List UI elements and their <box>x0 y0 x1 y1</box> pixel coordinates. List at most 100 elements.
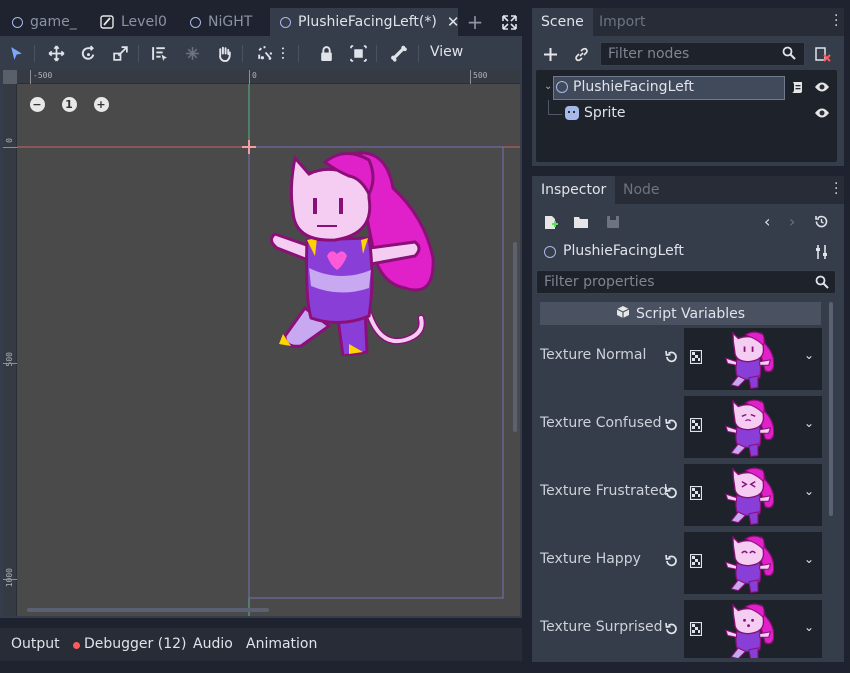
inspector-menu-icon[interactable]: · · · <box>834 177 838 201</box>
rotate-mode-icon[interactable] <box>74 38 102 68</box>
group-icon[interactable] <box>344 38 372 68</box>
scene-menu-icon[interactable]: · · · <box>834 9 838 33</box>
output-tab[interactable]: Output <box>11 636 60 652</box>
node-ring-icon <box>190 16 201 28</box>
tab-game[interactable]: game_ <box>4 8 84 36</box>
ruler-left[interactable]: 0 500 1000 <box>3 70 17 616</box>
plushie-thumbnail <box>724 533 775 597</box>
history-back-icon[interactable]: ‹ <box>764 212 770 231</box>
property-list: Texture Normal ⌄ Texture Confused ⌄ Texture … <box>536 300 836 658</box>
move-mode-icon[interactable] <box>42 38 70 68</box>
texture-property-row: Texture Happy ⌄ <box>540 532 822 594</box>
texture-preview-field[interactable]: ⌄ <box>684 396 822 458</box>
remote-scene-icon[interactable] <box>812 43 834 65</box>
texture-preview-field[interactable]: ⌄ <box>684 464 822 526</box>
plushie-sprite[interactable] <box>265 148 440 356</box>
save-icon[interactable] <box>602 211 624 233</box>
error-dot-icon <box>73 642 80 649</box>
tab-level0[interactable]: Level0 <box>92 8 172 36</box>
filter-nodes-input[interactable]: Filter nodes <box>600 42 805 66</box>
tab-inspector[interactable]: Inspector <box>532 176 616 204</box>
revert-icon[interactable] <box>664 350 678 368</box>
snap-options-icon[interactable]: ··· <box>274 38 292 68</box>
vertical-scrollbar[interactable] <box>513 242 517 432</box>
collapse-arrow-icon[interactable]: ⌄ <box>544 81 552 92</box>
texture-preview-field[interactable]: ⌄ <box>684 328 822 390</box>
open-folder-icon[interactable] <box>570 211 592 233</box>
inspected-object-name[interactable]: PlushieFacingLeft <box>563 243 684 259</box>
view-menu[interactable]: View <box>430 44 463 60</box>
node2d-icon <box>556 81 568 93</box>
tab-label: Level0 <box>121 14 167 30</box>
zoom-reset-button[interactable]: 1 <box>59 94 79 114</box>
search-icon <box>815 275 829 293</box>
sprite-icon <box>565 106 579 120</box>
node-label-plushie: PlushieFacingLeft <box>573 79 694 95</box>
revert-icon[interactable] <box>664 486 678 504</box>
plushie-thumbnail <box>724 601 775 658</box>
zoom-out-button[interactable]: − <box>27 94 47 114</box>
texture-preview-field[interactable]: ⌄ <box>684 532 822 594</box>
ruler-label: -500 <box>33 71 53 80</box>
property-label: Texture Frustrated <box>540 483 668 499</box>
link-icon[interactable] <box>570 43 592 65</box>
node-ring-icon <box>280 16 291 28</box>
revert-icon[interactable] <box>664 554 678 572</box>
add-node-icon[interactable] <box>539 43 561 65</box>
revert-icon[interactable] <box>664 622 678 640</box>
canvas-guides <box>17 84 520 616</box>
chevron-down-icon[interactable]: ⌄ <box>804 416 814 430</box>
close-icon[interactable]: ✕ <box>447 13 458 31</box>
script-icon[interactable] <box>790 80 805 99</box>
chevron-down-icon[interactable]: ⌄ <box>804 484 814 498</box>
visibility-eye-icon[interactable] <box>814 107 830 123</box>
select-mode-icon[interactable] <box>2 38 30 68</box>
pivot-icon[interactable] <box>178 38 206 68</box>
scene-tab-bar: game_ Level0 NiGHT PlushieFacingLeft(*) … <box>0 8 522 36</box>
origin-cross-icon <box>242 140 256 154</box>
bone-icon[interactable] <box>384 38 412 68</box>
history-icon[interactable] <box>814 214 829 233</box>
list-select-icon[interactable] <box>145 38 173 68</box>
ruler-corner <box>3 70 17 84</box>
debugger-tab[interactable]: Debugger (12) <box>84 636 186 652</box>
filter-properties-input[interactable]: Filter properties <box>536 270 836 294</box>
texture-property-row: Texture Frustrated ⌄ <box>540 464 822 526</box>
audio-tab[interactable]: Audio <box>193 636 233 652</box>
visibility-eye-icon[interactable] <box>814 81 830 97</box>
tab-scene[interactable]: Scene <box>532 8 593 36</box>
zoom-out-icon: − <box>29 96 45 112</box>
texture-resource-icon <box>689 553 703 572</box>
tab-import[interactable]: Import <box>590 8 654 36</box>
texture-preview-field[interactable]: ⌄ <box>684 600 822 658</box>
new-resource-icon[interactable] <box>539 211 561 233</box>
ruler-top[interactable]: -500 0 500 <box>3 70 520 84</box>
scale-mode-icon[interactable] <box>106 38 134 68</box>
node-label-sprite[interactable]: Sprite <box>584 105 626 121</box>
pan-hand-icon[interactable] <box>210 38 238 68</box>
distraction-free-icon[interactable] <box>498 8 520 36</box>
tab-node[interactable]: Node <box>614 176 669 204</box>
object-properties-icon[interactable] <box>815 244 829 264</box>
tab-label: game_ <box>30 14 77 30</box>
ruler-label: 500 <box>473 71 488 80</box>
canvas-viewport[interactable]: -500 0 500 0 500 1000 − 1 + <box>3 70 520 616</box>
chevron-down-icon[interactable]: ⌄ <box>804 620 814 634</box>
texture-property-row: Texture Normal ⌄ <box>540 328 822 390</box>
tab-label: NiGHT <box>208 14 253 30</box>
zoom-in-button[interactable]: + <box>91 94 111 114</box>
lock-icon[interactable] <box>312 38 340 68</box>
chevron-down-icon[interactable]: ⌄ <box>804 552 814 566</box>
history-forward-icon[interactable]: › <box>789 212 795 231</box>
animation-tab[interactable]: Animation <box>246 636 317 652</box>
property-label: Texture Confused <box>540 415 662 431</box>
horizontal-scrollbar[interactable] <box>27 608 269 612</box>
bottom-panel: Output Debugger (12) Audio Animation <box>0 628 522 661</box>
new-tab-icon[interactable]: + <box>464 8 486 36</box>
revert-icon[interactable] <box>664 418 678 436</box>
tab-plushie-facing-left[interactable]: PlushieFacingLeft(*) ✕ <box>270 8 458 36</box>
chevron-down-icon[interactable]: ⌄ <box>804 348 814 362</box>
texture-property-row: Texture Confused ⌄ <box>540 396 822 458</box>
tab-night[interactable]: NiGHT <box>182 8 266 36</box>
tab-label: PlushieFacingLeft(*) <box>298 14 437 30</box>
